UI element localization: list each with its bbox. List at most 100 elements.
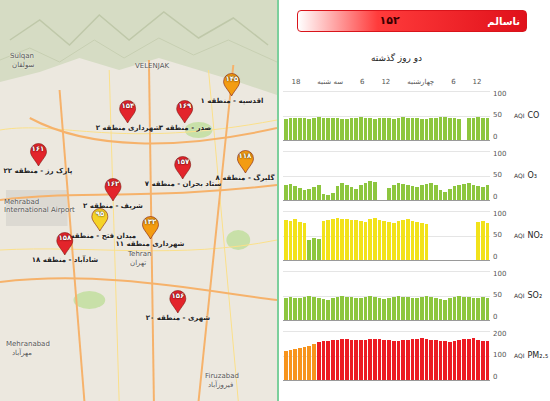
chart-bar[interactable] bbox=[411, 339, 415, 379]
chart-bar[interactable] bbox=[439, 117, 443, 139]
chart-bar[interactable] bbox=[429, 297, 433, 319]
chart-bar[interactable] bbox=[293, 186, 297, 199]
chart-bar[interactable] bbox=[486, 341, 490, 379]
chart-bar[interactable] bbox=[420, 223, 424, 259]
chart-bar[interactable] bbox=[429, 340, 433, 380]
chart-bar[interactable] bbox=[326, 341, 330, 380]
chart-bar[interactable] bbox=[340, 296, 344, 319]
chart-bar[interactable] bbox=[322, 341, 326, 379]
chart-bar[interactable] bbox=[448, 118, 452, 140]
chart-bar[interactable] bbox=[317, 342, 321, 379]
chart-bar[interactable] bbox=[350, 187, 354, 199]
chart-bar[interactable] bbox=[406, 219, 410, 259]
chart-bar[interactable] bbox=[406, 340, 410, 380]
chart-bar[interactable] bbox=[312, 118, 316, 139]
chart-bar[interactable] bbox=[340, 339, 344, 379]
chart-bar[interactable] bbox=[359, 117, 363, 139]
chart-bar[interactable] bbox=[443, 300, 447, 319]
chart-bar[interactable] bbox=[322, 221, 326, 259]
chart-bar[interactable] bbox=[284, 119, 288, 139]
chart-bar[interactable] bbox=[354, 189, 358, 200]
chart-bar[interactable] bbox=[345, 297, 349, 320]
chart-bar[interactable] bbox=[472, 338, 476, 379]
chart-bar[interactable] bbox=[293, 349, 297, 379]
chart-bar[interactable] bbox=[359, 298, 363, 319]
chart-bar[interactable] bbox=[354, 298, 358, 320]
chart-bar[interactable] bbox=[486, 223, 490, 259]
chart-bar[interactable] bbox=[284, 351, 288, 379]
chart-bar[interactable] bbox=[307, 240, 311, 259]
chart-bar[interactable] bbox=[284, 298, 288, 319]
chart-bar[interactable] bbox=[373, 218, 377, 259]
chart-bar[interactable] bbox=[293, 219, 297, 259]
station-pin[interactable]: ۱۶۱پارک رز - منطقه ۲۲ bbox=[3, 143, 72, 175]
chart-bar[interactable] bbox=[307, 296, 311, 319]
chart-bar[interactable] bbox=[397, 183, 401, 199]
chart-bar[interactable] bbox=[472, 118, 476, 140]
chart-bar[interactable] bbox=[331, 340, 335, 379]
chart-bar[interactable] bbox=[411, 118, 415, 140]
chart-bar[interactable] bbox=[387, 298, 391, 319]
chart-bar[interactable] bbox=[312, 344, 316, 380]
chart-bar[interactable] bbox=[364, 222, 368, 259]
chart-bar[interactable] bbox=[434, 340, 438, 379]
chart-bar[interactable] bbox=[472, 298, 476, 320]
chart-bar[interactable] bbox=[411, 221, 415, 259]
chart-bar[interactable] bbox=[289, 350, 293, 379]
chart-bar[interactable] bbox=[345, 219, 349, 259]
chart-bar[interactable] bbox=[350, 340, 354, 380]
chart-bar[interactable] bbox=[284, 185, 288, 199]
chart-bar[interactable] bbox=[457, 119, 461, 140]
chart-bar[interactable] bbox=[368, 181, 372, 199]
chart-bar[interactable] bbox=[326, 300, 330, 319]
chart-bar[interactable] bbox=[307, 346, 311, 380]
chart-bar[interactable] bbox=[387, 222, 391, 259]
chart-bar[interactable] bbox=[387, 188, 391, 200]
chart-bar[interactable] bbox=[350, 220, 354, 260]
chart-bar[interactable] bbox=[303, 190, 307, 200]
chart-bar[interactable] bbox=[298, 298, 302, 319]
chart-bar[interactable] bbox=[457, 340, 461, 380]
chart-bar[interactable] bbox=[481, 221, 485, 259]
chart-bar[interactable] bbox=[317, 185, 321, 199]
chart-bar[interactable] bbox=[387, 118, 391, 139]
chart-bar[interactable] bbox=[359, 340, 363, 380]
chart-bar[interactable] bbox=[331, 193, 335, 200]
chart-bar[interactable] bbox=[303, 118, 307, 139]
chart-bar[interactable] bbox=[397, 221, 401, 259]
chart-bar[interactable] bbox=[303, 347, 307, 380]
chart-bar[interactable] bbox=[322, 194, 326, 200]
chart-bar[interactable] bbox=[326, 118, 330, 139]
chart-bar[interactable] bbox=[462, 339, 466, 379]
chart-bar[interactable] bbox=[425, 184, 429, 199]
chart-bar[interactable] bbox=[467, 183, 471, 199]
station-pin[interactable]: ۱۶۲شریف - منطقه ۲ bbox=[83, 178, 143, 210]
chart-bar[interactable] bbox=[345, 119, 349, 139]
chart-bar[interactable] bbox=[378, 118, 382, 139]
chart-bar[interactable] bbox=[411, 186, 415, 199]
chart-bar[interactable] bbox=[415, 222, 419, 259]
chart-bar[interactable] bbox=[476, 298, 480, 319]
chart-bar[interactable] bbox=[336, 340, 340, 380]
chart-bar[interactable] bbox=[401, 117, 405, 139]
chart-bar[interactable] bbox=[397, 296, 401, 319]
chart-bar[interactable] bbox=[420, 297, 424, 319]
chart-bar[interactable] bbox=[434, 298, 438, 319]
chart-bar[interactable] bbox=[486, 118, 490, 139]
chart-bar[interactable] bbox=[439, 299, 443, 319]
chart-bar[interactable] bbox=[457, 185, 461, 199]
station-pin[interactable]: ۱۳۲شهرداری منطقه ۱۱ bbox=[115, 216, 184, 248]
chart-bar[interactable] bbox=[429, 183, 433, 199]
chart-bar[interactable] bbox=[293, 118, 297, 140]
station-pin[interactable]: ۱۵۶شهری - منطقه ۲۰ bbox=[146, 290, 210, 322]
chart-bar[interactable] bbox=[439, 190, 443, 200]
chart-bar[interactable] bbox=[415, 187, 419, 199]
chart-bar[interactable] bbox=[350, 297, 354, 319]
chart-bar[interactable] bbox=[457, 296, 461, 319]
chart-bar[interactable] bbox=[453, 118, 457, 139]
chart-bar[interactable] bbox=[373, 297, 377, 319]
chart-bar[interactable] bbox=[420, 185, 424, 199]
chart-bar[interactable] bbox=[476, 222, 480, 259]
chart-bar[interactable] bbox=[406, 185, 410, 199]
chart-bar[interactable] bbox=[340, 183, 344, 199]
